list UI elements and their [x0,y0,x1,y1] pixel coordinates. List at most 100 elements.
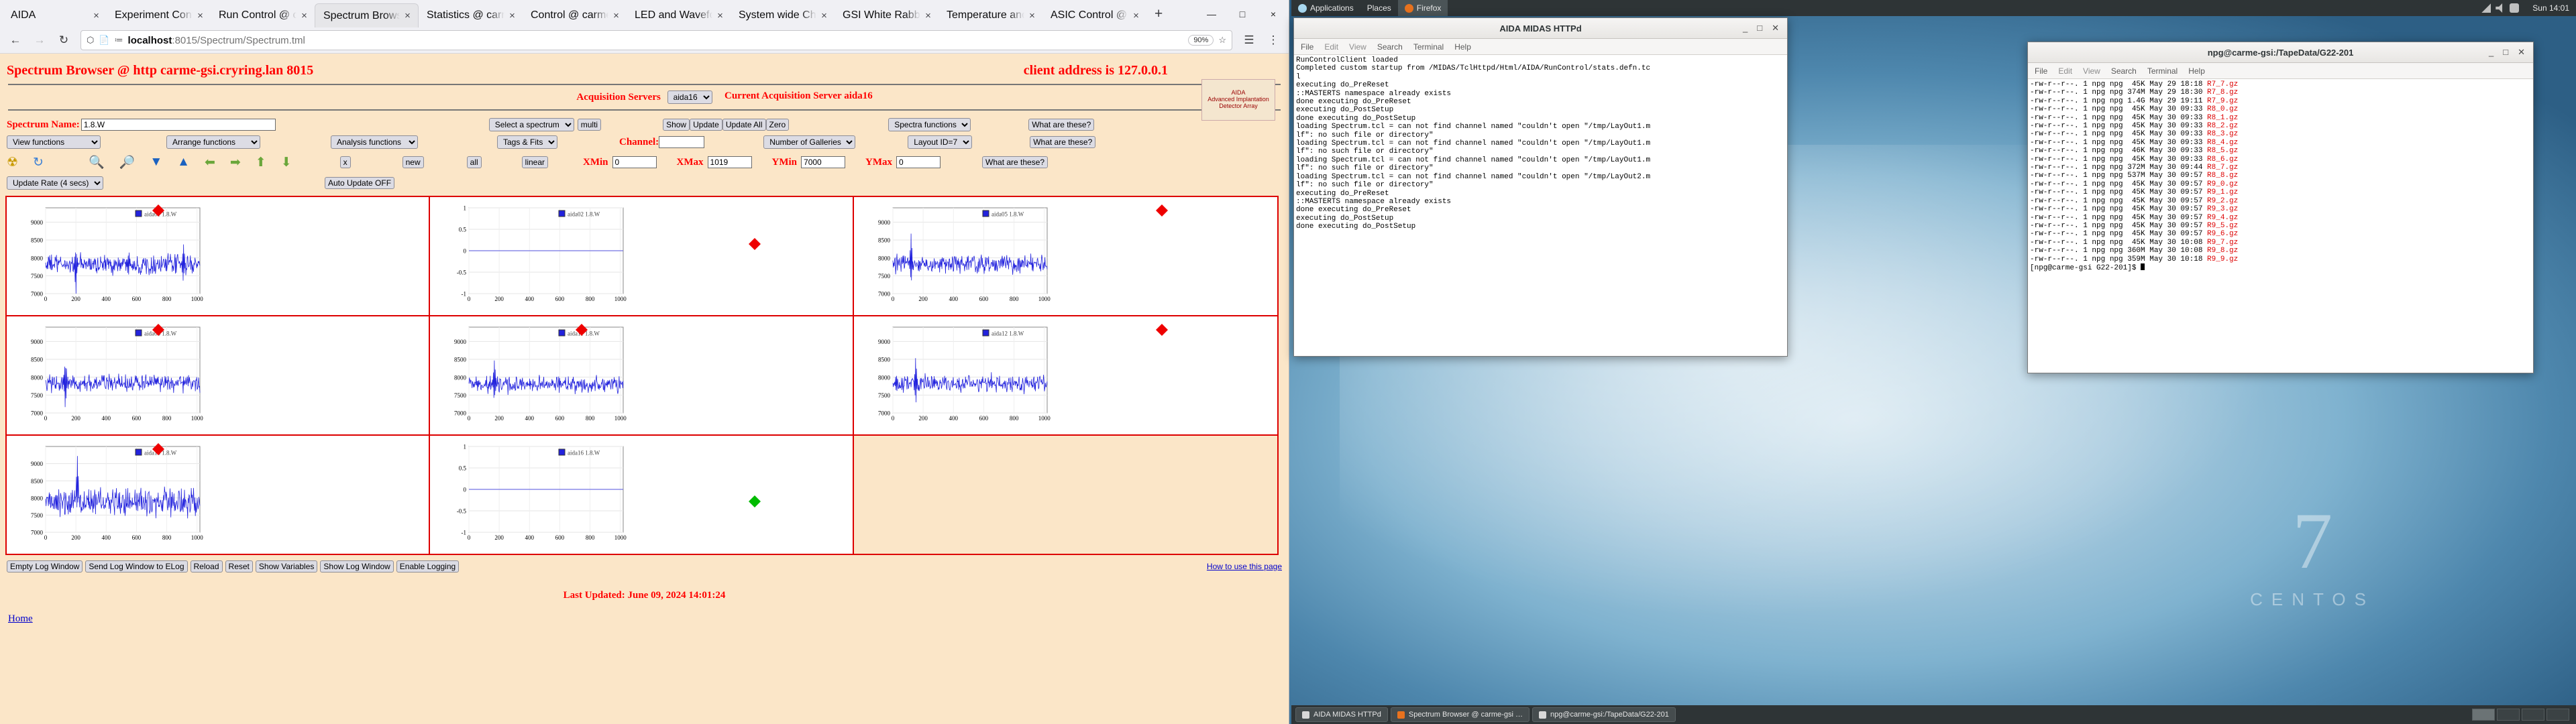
workspace-3[interactable] [2522,709,2544,721]
analysis-functions-dropdown[interactable]: Analysis functions [331,135,418,149]
reload-button[interactable]: Reload [191,560,223,572]
ymax-input[interactable] [896,156,941,168]
new-tab-button[interactable]: + [1146,6,1171,27]
tab-close-icon[interactable]: × [923,10,933,21]
zoom-level-badge[interactable]: 90% [1188,35,1214,46]
file-title-bar[interactable]: npg@carme-gsi:/TapeData/G22-201 _ □ ✕ [2028,42,2533,63]
menu-item-search[interactable]: Search [1377,42,1403,52]
multi-button[interactable]: multi [578,119,601,131]
zoom-out-icon[interactable]: 🔎 [119,154,136,170]
refresh-icon[interactable]: ↻ [33,155,44,170]
browser-tab-7[interactable]: System wide Check× [731,3,835,27]
menu-item-file[interactable]: File [2035,66,2047,76]
arrange-functions-dropdown[interactable]: Arrange functions [166,135,260,149]
home-link[interactable]: Home [0,601,1289,625]
gallery-cell-aida15[interactable]: 7000750080008500900002004006008001000aid… [7,436,430,554]
arrow-down-icon[interactable]: ⬇ [281,155,292,170]
zoom-in-icon[interactable]: 🔍 [89,154,105,170]
gallery-cell-aida02[interactable]: -1-0.500.5102004006008001000aida02 1.8.W [430,197,853,315]
red-diamond[interactable] [152,437,164,449]
acquisition-servers-select[interactable]: aida16 [667,90,712,104]
gallery-cell-aida06[interactable]: 7000750080008500900002004006008001000aid… [7,316,430,434]
tab-close-icon[interactable]: × [195,10,205,21]
send-log-to-elog-button[interactable]: Send Log Window to ELog [85,560,187,572]
zero-button[interactable]: Zero [766,119,790,131]
arrow-left-icon[interactable]: ⬅ [205,155,215,170]
network-icon[interactable] [2481,3,2491,13]
tab-close-icon[interactable]: × [611,10,621,21]
tab-close-icon[interactable]: × [91,10,101,21]
browser-tab-0[interactable]: AIDA× [3,3,107,27]
update-button[interactable]: Update [690,119,722,131]
midas-title-bar[interactable]: AIDA MIDAS HTTPd _ □ ✕ [1294,18,1787,39]
tab-close-icon[interactable]: × [1131,10,1141,21]
number-of-galleries-dropdown[interactable]: Number of Galleries [763,135,855,149]
red-diamond[interactable] [152,198,164,210]
reset-button[interactable]: Reset [225,560,253,572]
tab-close-icon[interactable]: × [507,10,517,21]
browser-tab-1[interactable]: Experiment Control× [107,3,211,27]
arrow-right-icon[interactable]: ➡ [230,155,241,170]
browser-tab-8[interactable]: GSI White Rabbit× [835,3,938,27]
x-button[interactable]: x [340,156,351,168]
shield-icon[interactable]: ⬡ [87,35,94,46]
browser-tab-9[interactable]: Temperature and s× [938,3,1042,27]
auto-update-toggle[interactable]: Auto Update OFF [325,177,394,189]
menu-item-help[interactable]: Help [1454,42,1471,52]
workspace-4[interactable] [2546,709,2569,721]
select-spectrum-dropdown[interactable]: Select a spectrum [489,118,574,131]
browser-tab-5[interactable]: Control @ carme-g× [523,3,627,27]
ymin-input[interactable] [801,156,845,168]
reload-icon[interactable]: ↻ [52,30,75,50]
red-diamond[interactable] [1156,318,1168,330]
menu-item-search[interactable]: Search [2111,66,2137,76]
tab-close-icon[interactable]: × [819,10,829,21]
browser-tab-4[interactable]: Statistics @ carme× [419,3,523,27]
all-button[interactable]: all [467,156,482,168]
panel-places-menu[interactable]: Places [1360,0,1398,16]
show-variables-button[interactable]: Show Variables [256,560,318,572]
midas-minimize-icon[interactable]: _ [1743,23,1748,34]
browser-tab-6[interactable]: LED and Waveform× [627,3,731,27]
volume-icon[interactable] [2496,3,2505,13]
tab-close-icon[interactable]: × [1027,10,1037,21]
workspace-1[interactable] [2472,709,2495,721]
close-button[interactable]: × [1258,0,1289,27]
menu-icon[interactable]: ⋮ [1262,30,1285,50]
file-minimize-icon[interactable]: _ [2489,47,2493,58]
what-are-these-button-3[interactable]: What are these? [982,156,1048,168]
red-diamond[interactable] [749,232,761,244]
panel-applications-menu[interactable]: Applications [1291,0,1360,16]
xmax-input[interactable] [708,156,752,168]
tab-close-icon[interactable]: × [299,10,309,21]
what-are-these-button-1[interactable]: What are these? [1028,119,1094,131]
spectrum-name-input[interactable] [81,119,276,131]
red-diamond[interactable] [1156,198,1168,210]
maximize-button[interactable]: □ [1227,0,1258,27]
gallery-cell-aida12[interactable]: 7000750080008500900002004006008001000aid… [854,316,1277,434]
update-all-button[interactable]: Update All [722,119,766,131]
panel-app-menu-firefox[interactable]: Firefox [1398,0,1448,16]
what-are-these-button-2[interactable]: What are these? [1030,136,1095,148]
menu-item-edit[interactable]: Edit [1324,42,1338,52]
gallery-cell-aida05[interactable]: 7000750080008500900002004006008001000aid… [854,197,1277,315]
taskbar-item-0[interactable]: AIDA MIDAS HTTPd [1295,707,1388,722]
browser-tab-10[interactable]: ASIC Control @ ca× [1042,3,1146,27]
enable-logging-button[interactable]: Enable Logging [396,560,459,572]
permissions-icon[interactable]: ≔ [115,35,123,46]
empty-log-window-button[interactable]: Empty Log Window [7,560,83,572]
menu-item-edit[interactable]: Edit [2058,66,2072,76]
layout-id-dropdown[interactable]: Layout ID=7 [908,135,972,149]
xmin-input[interactable] [612,156,657,168]
file-close-icon[interactable]: ✕ [2518,47,2525,58]
menu-item-terminal[interactable]: Terminal [1413,42,1444,52]
gallery-cell-aida01[interactable]: 7000750080008500900002004006008001000aid… [7,197,430,315]
minimize-button[interactable]: — [1196,0,1227,27]
menu-item-help[interactable]: Help [2188,66,2205,76]
how-to-use-link[interactable]: How to use this page [1207,562,1282,571]
gallery-cell-aida11[interactable]: 7000750080008500900002004006008001000aid… [430,316,853,434]
midas-close-icon[interactable]: ✕ [1772,23,1779,34]
tab-close-icon[interactable]: × [715,10,725,21]
workspace-2[interactable] [2497,709,2520,721]
midas-terminal-output[interactable]: RunControlClient loaded Completed custom… [1294,55,1787,356]
